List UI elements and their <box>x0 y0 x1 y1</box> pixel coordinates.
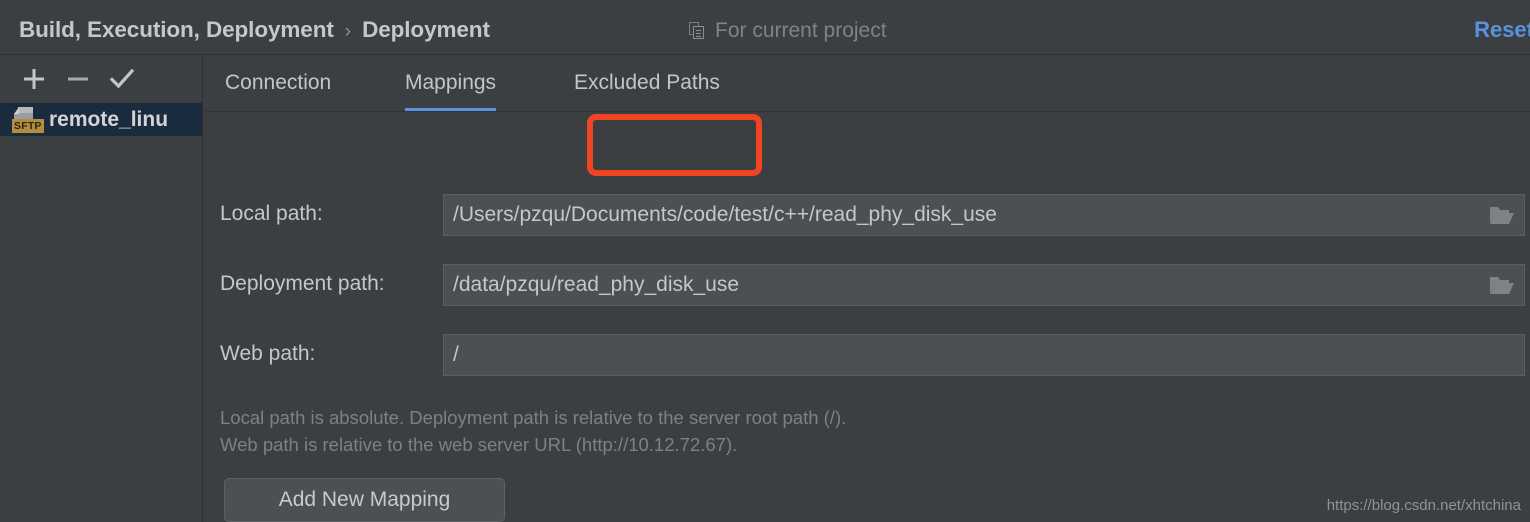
deployment-path-label: Deployment path: <box>220 272 385 295</box>
local-path-input[interactable]: /Users/pzqu/Documents/code/test/c++/read… <box>443 194 1525 236</box>
tab-connection[interactable]: Connection <box>225 55 331 111</box>
local-path-value: /Users/pzqu/Documents/code/test/c++/read… <box>453 203 997 226</box>
deployment-path-row: Deployment path: /data/pzqu/read_phy_dis… <box>204 264 1530 306</box>
sftp-server-icon: SFTP <box>12 106 44 133</box>
deployment-path-input[interactable]: /data/pzqu/read_phy_disk_use <box>443 264 1525 306</box>
project-scope-label: For current project <box>715 19 887 42</box>
deployment-path-browse-button[interactable] <box>1480 265 1524 305</box>
remove-server-button[interactable] <box>56 62 100 96</box>
plus-icon <box>24 69 44 89</box>
tab-mappings[interactable]: Mappings <box>405 55 497 111</box>
help-line-2: Web path is relative to the web server U… <box>220 434 738 455</box>
project-scope: For current project <box>689 19 887 43</box>
server-list-item-label: remote_linu <box>49 107 169 131</box>
reset-button[interactable]: Reset <box>1474 17 1530 43</box>
breadcrumb-item-current[interactable]: Deployment <box>362 17 490 43</box>
server-list-sidebar: SFTP remote_linu <box>0 55 203 522</box>
set-default-server-button[interactable] <box>100 62 144 96</box>
folder-open-icon <box>1490 206 1514 224</box>
mappings-help-text: Local path is absolute. Deployment path … <box>220 404 846 458</box>
local-path-browse-button[interactable] <box>1480 195 1524 235</box>
local-path-label: Local path: <box>220 202 323 225</box>
folder-open-icon <box>1490 276 1514 294</box>
server-list-item-remote-linux[interactable]: SFTP remote_linu <box>0 103 202 136</box>
deployment-main-panel: Connection Mappings Excluded Paths Local… <box>204 55 1530 522</box>
settings-header: Build, Execution, Deployment › Deploymen… <box>0 0 1530 55</box>
settings-window: Build, Execution, Deployment › Deploymen… <box>0 0 1530 522</box>
breadcrumb-separator: › <box>344 21 352 42</box>
add-server-button[interactable] <box>12 62 56 96</box>
local-path-row: Local path: /Users/pzqu/Documents/code/t… <box>204 194 1530 236</box>
server-list: SFTP remote_linu <box>0 103 202 136</box>
check-icon <box>109 68 135 89</box>
sftp-badge: SFTP <box>12 118 44 133</box>
help-line-1: Local path is absolute. Deployment path … <box>220 407 847 428</box>
tab-bar: Connection Mappings Excluded Paths <box>204 55 1530 112</box>
web-path-input[interactable]: / <box>443 334 1525 376</box>
minus-icon <box>68 77 88 81</box>
web-path-label: Web path: <box>220 342 316 365</box>
watermark: https://blog.csdn.net/xhtchina <box>1326 497 1521 514</box>
tab-excluded-paths[interactable]: Excluded Paths <box>574 55 720 111</box>
deployment-path-value: /data/pzqu/read_phy_disk_use <box>453 273 740 296</box>
web-path-value: / <box>453 343 459 366</box>
add-new-mapping-button[interactable]: Add New Mapping <box>224 478 505 522</box>
copy-project-icon <box>689 22 706 40</box>
annotation-highlight-mappings <box>587 114 762 176</box>
server-list-toolbar <box>0 55 202 103</box>
breadcrumb: Build, Execution, Deployment › Deploymen… <box>19 17 490 43</box>
breadcrumb-item-root[interactable]: Build, Execution, Deployment <box>19 17 334 43</box>
web-path-row: Web path: / <box>204 334 1530 376</box>
